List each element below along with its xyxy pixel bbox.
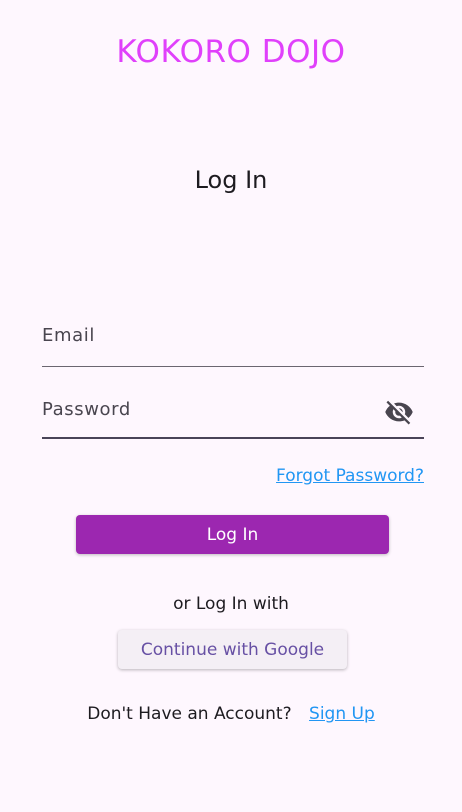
password-input[interactable] (42, 369, 428, 439)
login-button[interactable]: Log In (76, 515, 389, 554)
google-login-button[interactable]: Continue with Google (118, 630, 347, 669)
no-account-text: Don't Have an Account? (87, 704, 292, 724)
page-title: Log In (194, 166, 268, 194)
alternative-login-text: or Log In with (173, 594, 289, 614)
app-title: KOKORO DOJO (116, 34, 346, 70)
email-input[interactable] (42, 297, 428, 368)
password-field[interactable]: Password (42, 369, 428, 439)
visibility-off-icon[interactable] (384, 397, 414, 427)
forgot-password-link[interactable]: Forgot Password? (276, 466, 424, 486)
signup-link[interactable]: Sign Up (309, 704, 375, 724)
signup-row: Don't Have an Account? Sign Up (0, 704, 462, 724)
email-field[interactable]: Email (42, 297, 428, 368)
